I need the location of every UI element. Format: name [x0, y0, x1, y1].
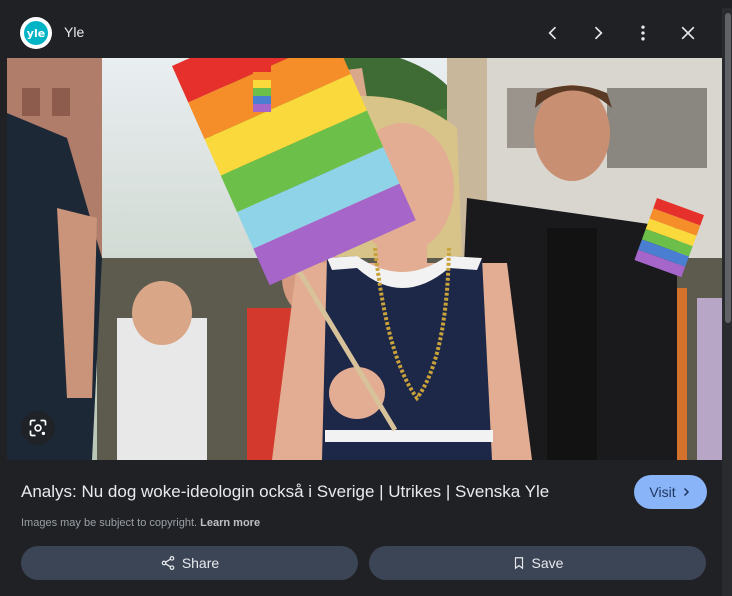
visit-label: Visit	[649, 484, 676, 500]
chevron-right-icon	[594, 26, 603, 40]
save-button[interactable]: Save	[369, 546, 706, 580]
viewer-header: yle Yle	[0, 0, 732, 60]
share-icon	[161, 556, 175, 570]
source-name[interactable]: Yle	[64, 24, 84, 40]
google-lens-button[interactable]	[21, 411, 55, 445]
close-icon	[681, 26, 695, 40]
share-label: Share	[181, 555, 220, 571]
source-logo[interactable]: yle	[20, 17, 52, 49]
copyright-text: Images may be subject to copyright.	[21, 517, 198, 529]
preview-image[interactable]	[7, 58, 722, 460]
scrollbar-thumb[interactable]	[725, 13, 731, 323]
lens-icon	[29, 419, 47, 437]
save-label: Save	[531, 555, 564, 571]
share-button[interactable]: Share	[21, 546, 358, 580]
more-vert-icon	[641, 25, 645, 41]
copyright-notice: Images may be subject to copyright. Lear…	[21, 517, 260, 529]
visit-button[interactable]: Visit	[634, 475, 707, 509]
learn-more-link[interactable]: Learn more	[200, 517, 260, 529]
pride-parade-photo	[7, 58, 722, 460]
next-button[interactable]	[586, 21, 610, 45]
more-options-button[interactable]	[631, 21, 655, 45]
bookmark-icon	[514, 557, 523, 570]
chevron-right-icon	[683, 487, 689, 497]
close-button[interactable]	[676, 21, 700, 45]
source-logo-text: yle	[24, 21, 48, 45]
previous-button[interactable]	[541, 21, 565, 45]
chevron-left-icon	[548, 26, 557, 40]
result-title[interactable]: Analys: Nu dog woke-ideologin också i Sv…	[21, 482, 549, 502]
